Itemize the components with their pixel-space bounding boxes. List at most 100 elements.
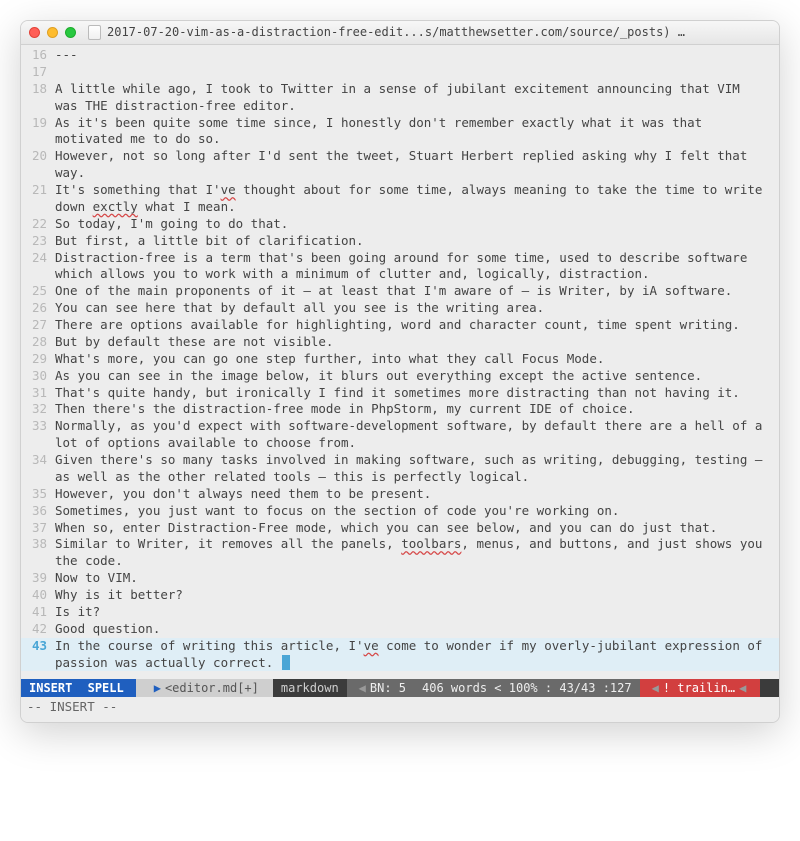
line-number: 37 (21, 520, 55, 537)
line-number: 31 (21, 385, 55, 402)
editor-line[interactable]: 40Why is it better? (21, 587, 779, 604)
spell-error[interactable]: exctly (93, 199, 138, 214)
editor-line[interactable]: 28But by default these are not visible. (21, 334, 779, 351)
status-file: ▶ <editor.md[+] (136, 679, 273, 697)
line-text[interactable]: A little while ago, I took to Twitter in… (55, 81, 779, 115)
editor-line[interactable]: 20However, not so long after I'd sent th… (21, 148, 779, 182)
maximize-icon[interactable] (65, 27, 76, 38)
close-icon[interactable] (29, 27, 40, 38)
editor-line[interactable]: 43In the course of writing this article,… (21, 638, 779, 672)
line-text[interactable]: When so, enter Distraction-Free mode, wh… (55, 520, 779, 537)
editor-line[interactable]: 29What's more, you can go one step furth… (21, 351, 779, 368)
line-text[interactable]: --- (55, 47, 779, 64)
line-number: 26 (21, 300, 55, 317)
editor-line[interactable]: 34Given there's so many tasks involved i… (21, 452, 779, 486)
editor-area[interactable]: 16---1718A little while ago, I took to T… (21, 45, 779, 671)
line-text[interactable]: It's something that I've thought about f… (55, 182, 779, 216)
line-number: 38 (21, 536, 55, 553)
editor-line[interactable]: 23But first, a little bit of clarificati… (21, 233, 779, 250)
editor-line[interactable]: 24Distraction-free is a term that's been… (21, 250, 779, 284)
chevron-right-icon: ▶ (72, 680, 87, 696)
status-mode: INSERT ▶ SPELL (21, 679, 136, 697)
editor-line[interactable]: 21It's something that I've thought about… (21, 182, 779, 216)
editor-line[interactable]: 32Then there's the distraction-free mode… (21, 401, 779, 418)
editor-line[interactable]: 18A little while ago, I took to Twitter … (21, 81, 779, 115)
editor-line[interactable]: 35However, you don't always need them to… (21, 486, 779, 503)
editor-line[interactable]: 25One of the main proponents of it — at … (21, 283, 779, 300)
window-title: 2017-07-20-vim-as-a-distraction-free-edi… (107, 24, 771, 40)
line-number: 43 (21, 638, 55, 655)
chevron-left-icon: ◀ (648, 680, 663, 696)
line-text[interactable]: Then there's the distraction-free mode i… (55, 401, 779, 418)
line-number: 29 (21, 351, 55, 368)
line-text[interactable]: However, you don't always need them to b… (55, 486, 779, 503)
status-buffer: ◀ BN: 5 (347, 679, 414, 697)
status-spell: SPELL (88, 680, 124, 696)
line-text[interactable]: There are options available for highligh… (55, 317, 779, 334)
chevron-left-icon: ◀ (735, 680, 750, 696)
spell-error[interactable]: toolbars (401, 536, 461, 551)
line-text[interactable]: What's more, you can go one step further… (55, 351, 779, 368)
editor-line[interactable]: 27There are options available for highli… (21, 317, 779, 334)
line-number: 27 (21, 317, 55, 334)
line-number: 18 (21, 81, 55, 98)
minimize-icon[interactable] (47, 27, 58, 38)
line-text[interactable]: That's quite handy, but ironically I fin… (55, 385, 779, 402)
editor-line[interactable]: 19As it's been quite some time since, I … (21, 115, 779, 149)
line-number: 42 (21, 621, 55, 638)
line-text[interactable]: Sometimes, you just want to focus on the… (55, 503, 779, 520)
line-text[interactable]: As it's been quite some time since, I ho… (55, 115, 779, 149)
line-text[interactable]: Now to VIM. (55, 570, 779, 587)
line-number: 40 (21, 587, 55, 604)
line-text[interactable]: You can see here that by default all you… (55, 300, 779, 317)
editor-line[interactable]: 41Is it? (21, 604, 779, 621)
editor-line[interactable]: 22So today, I'm going to do that. (21, 216, 779, 233)
line-text[interactable]: However, not so long after I'd sent the … (55, 148, 779, 182)
editor-line[interactable]: 17 (21, 64, 779, 81)
editor-line[interactable]: 39Now to VIM. (21, 570, 779, 587)
line-number: 22 (21, 216, 55, 233)
line-number: 32 (21, 401, 55, 418)
editor-line[interactable]: 42Good question. (21, 621, 779, 638)
spell-error[interactable]: ve (221, 182, 236, 197)
titlebar[interactable]: 2017-07-20-vim-as-a-distraction-free-edi… (21, 21, 779, 45)
line-number: 28 (21, 334, 55, 351)
line-number: 24 (21, 250, 55, 267)
status-warning: ◀ ! trailin… ◀ (640, 679, 761, 697)
line-text[interactable]: Good question. (55, 621, 779, 638)
traffic-lights (29, 27, 76, 38)
document-icon (88, 25, 101, 40)
editor-line[interactable]: 16--- (21, 47, 779, 64)
editor-line[interactable]: 26You can see here that by default all y… (21, 300, 779, 317)
text-cursor (282, 655, 290, 670)
line-text[interactable]: Given there's so many tasks involved in … (55, 452, 779, 486)
status-filetype: markdown (273, 679, 347, 697)
status-stats: 406 words < 100% : 43/43 :127 (414, 679, 640, 697)
line-text[interactable]: But by default these are not visible. (55, 334, 779, 351)
spell-error[interactable]: ve (364, 638, 379, 653)
line-text[interactable]: One of the main proponents of it — at le… (55, 283, 779, 300)
line-text[interactable]: Distraction-free is a term that's been g… (55, 250, 779, 284)
editor-line[interactable]: 38Similar to Writer, it removes all the … (21, 536, 779, 570)
line-number: 23 (21, 233, 55, 250)
editor-line[interactable]: 36Sometimes, you just want to focus on t… (21, 503, 779, 520)
line-number: 35 (21, 486, 55, 503)
line-number: 25 (21, 283, 55, 300)
line-number: 21 (21, 182, 55, 199)
chevron-right-icon: ▶ (150, 680, 165, 696)
line-text[interactable]: Why is it better? (55, 587, 779, 604)
line-number: 17 (21, 64, 55, 81)
line-text[interactable]: Normally, as you'd expect with software-… (55, 418, 779, 452)
line-text[interactable]: So today, I'm going to do that. (55, 216, 779, 233)
line-text[interactable]: Is it? (55, 604, 779, 621)
editor-line[interactable]: 33Normally, as you'd expect with softwar… (21, 418, 779, 452)
chevron-left-icon: ◀ (355, 680, 370, 696)
editor-line[interactable]: 30As you can see in the image below, it … (21, 368, 779, 385)
line-text[interactable]: But first, a little bit of clarification… (55, 233, 779, 250)
line-text[interactable]: In the course of writing this article, I… (55, 638, 779, 672)
editor-line[interactable]: 31That's quite handy, but ironically I f… (21, 385, 779, 402)
editor-line[interactable]: 37When so, enter Distraction-Free mode, … (21, 520, 779, 537)
vim-mode-line: -- INSERT -- (21, 697, 779, 722)
line-text[interactable]: As you can see in the image below, it bl… (55, 368, 779, 385)
line-text[interactable]: Similar to Writer, it removes all the pa… (55, 536, 779, 570)
